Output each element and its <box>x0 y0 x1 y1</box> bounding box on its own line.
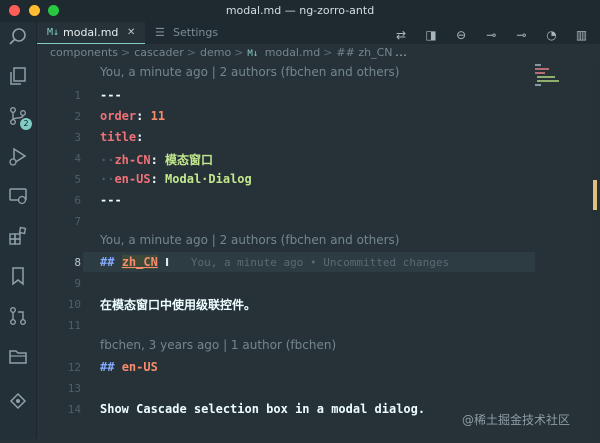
code-line-3: title: <box>100 130 143 144</box>
git-graph-icon[interactable] <box>7 390 29 412</box>
breadcrumb-separator: > <box>323 46 333 59</box>
breadcrumb-item[interactable]: demo <box>200 46 231 59</box>
line-number: 2 <box>74 110 81 123</box>
tab-label: modal.md <box>63 26 119 39</box>
markdown-icon: M↓ <box>247 49 259 59</box>
next-change-icon[interactable]: ⊸ <box>512 26 530 44</box>
yaml-value: 11 <box>150 109 166 123</box>
heading-marker: ## <box>100 255 115 269</box>
explorer-icon[interactable] <box>7 65 29 87</box>
editor[interactable]: You, a minute ago | 2 authors (fbchen an… <box>37 62 535 439</box>
activity-bar: 2 <box>0 22 37 439</box>
run-debug-icon[interactable] <box>7 145 29 167</box>
breadcrumb-item[interactable]: modal.md <box>265 46 320 59</box>
open-preview-icon[interactable]: ◨ <box>422 26 440 44</box>
source-control-icon[interactable]: 2 <box>7 105 32 130</box>
line-number: 10 <box>67 298 81 311</box>
line-number: 4 <box>74 152 81 165</box>
scroll-position-marker <box>593 180 597 210</box>
commit-icon[interactable]: ⊸ <box>482 26 500 44</box>
search-icon[interactable] <box>7 26 29 48</box>
markdown-icon: M↓ <box>47 27 60 38</box>
scm-badge: 2 <box>20 118 32 130</box>
yaml-colon: : <box>136 109 144 123</box>
window-title: modal.md — ng-zorro-antd <box>225 4 375 17</box>
line-number: 7 <box>74 215 81 228</box>
yaml-value: Modal·Dialog <box>165 172 252 186</box>
code-line-14: Show Cascade selection box in a modal di… <box>100 402 426 416</box>
inline-blame: You, a minute ago • Uncommitted changes <box>190 256 450 269</box>
indent-guide: ·· <box>100 172 115 186</box>
line-number: 3 <box>74 131 81 144</box>
breadcrumb: components > cascader > demo > M↓ modal.md > ## … <box>37 44 600 62</box>
pull-request-icon[interactable] <box>7 305 29 327</box>
codelens-blame[interactable]: fbchen, 3 years ago | 1 author (fbchen) <box>100 338 336 352</box>
code-line-6: --- <box>100 193 122 207</box>
previous-change-icon[interactable]: ⊖ <box>452 26 470 44</box>
line-number: 14 <box>67 403 81 416</box>
line-number: 11 <box>67 319 81 332</box>
watermark: @稀土掘金技术社区 <box>462 413 571 427</box>
yaml-colon: : <box>150 172 158 186</box>
breadcrumb-separator: > <box>186 46 196 59</box>
line-number: 1 <box>74 89 81 102</box>
yaml-value: 模态窗口 <box>165 153 214 167</box>
code-line-4: ··zh-CN: 模态窗口 <box>100 151 213 168</box>
yaml-key: zh-CN <box>114 153 151 167</box>
timeline-icon[interactable]: ◔ <box>542 26 560 44</box>
compare-changes-icon[interactable]: ⇄ <box>392 26 410 44</box>
yaml-key: en-US <box>114 172 151 186</box>
split-editor-icon[interactable]: ▥ <box>573 26 591 44</box>
remote-explorer-icon[interactable] <box>7 185 29 207</box>
tab-bar: M↓ modal.md ✕ ☰ Settings ⇄ ◨ ⊖ ⊸ ⊸ ◔ ▥ ⋯ <box>37 22 600 62</box>
close-icon[interactable]: ✕ <box>127 22 135 44</box>
breadcrumb-item[interactable]: cascader <box>134 46 184 59</box>
folder-icon[interactable] <box>7 345 29 367</box>
tab-settings[interactable]: ☰ Settings <box>145 22 245 44</box>
settings-icon: ☰ <box>155 26 165 39</box>
vertical-scrollbar[interactable] <box>590 62 600 439</box>
breadcrumb-separator: > <box>120 46 131 59</box>
title-bar: modal.md — ng-zorro-antd <box>0 0 600 22</box>
line-number: 13 <box>67 382 81 395</box>
code-line-2: order: 11 <box>100 109 165 123</box>
code-line-8: ## zh_CN I You, a minute ago • Uncommitt… <box>100 255 449 269</box>
line-number: 12 <box>67 361 81 374</box>
text-cursor-icon: I <box>165 256 170 269</box>
line-number: 5 <box>74 173 81 186</box>
minimap-preview <box>535 64 559 86</box>
line-number-current: 8 <box>74 256 81 269</box>
bookmark-icon[interactable] <box>7 265 29 287</box>
yaml-colon: : <box>136 130 144 144</box>
codelens-blame[interactable]: You, a minute ago | 2 authors (fbchen an… <box>100 65 399 79</box>
breadcrumb-item[interactable]: ## zh_CN <box>336 46 392 59</box>
yaml-colon: : <box>150 153 158 167</box>
minimap[interactable] <box>527 62 587 439</box>
code-line-12: ## en-US <box>100 360 158 374</box>
heading-text: en-US <box>121 360 158 374</box>
extensions-icon[interactable] <box>7 225 29 247</box>
line-number: 6 <box>74 194 81 207</box>
tab-label: Settings <box>173 26 219 39</box>
code-line-1: --- <box>100 88 122 102</box>
breadcrumb-separator: > <box>234 46 244 59</box>
tab-modal-md[interactable]: M↓ modal.md ✕ <box>37 22 145 44</box>
line-number: 9 <box>74 277 81 290</box>
yaml-key: title <box>100 130 137 144</box>
yaml-key: order <box>100 109 137 123</box>
indent-guide: ·· <box>100 153 115 167</box>
code-line-5: ··en-US: Modal·Dialog <box>100 172 252 186</box>
codelens-blame[interactable]: You, a minute ago | 2 authors (fbchen an… <box>100 233 399 247</box>
heading-marker: ## <box>100 360 115 374</box>
code-line-10: 在模态窗口中使用级联控件。 <box>100 298 257 312</box>
breadcrumb-item[interactable]: components <box>50 46 118 59</box>
heading-text: zh_CN <box>121 255 158 269</box>
